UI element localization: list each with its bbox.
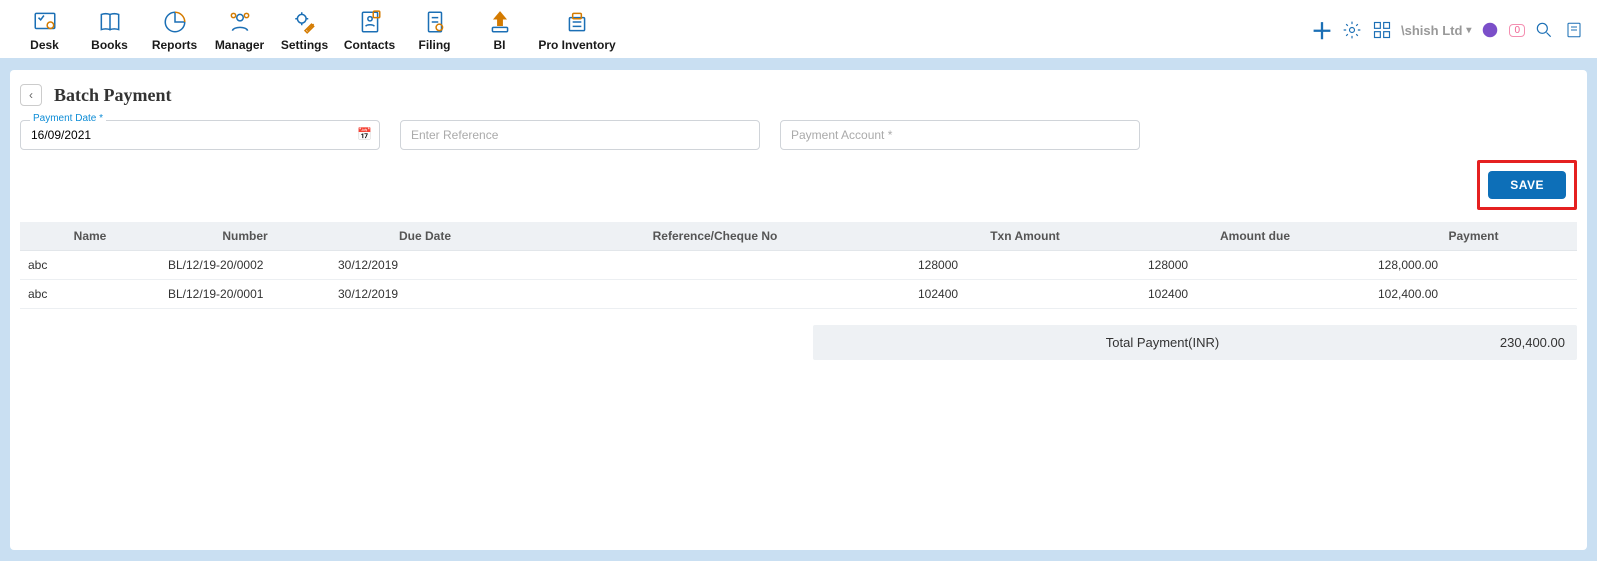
nav-label: Manager xyxy=(215,38,264,52)
nav-label: Desk xyxy=(30,38,59,52)
col-ref: Reference/Cheque No xyxy=(520,222,910,251)
nav-books[interactable]: Books xyxy=(77,8,142,52)
nav-label: Reports xyxy=(152,38,197,52)
payment-account-input[interactable] xyxy=(780,120,1140,150)
nav-label: Settings xyxy=(281,38,328,52)
search-icon[interactable] xyxy=(1533,19,1555,41)
nav-label: Filing xyxy=(419,38,451,52)
books-icon xyxy=(96,8,124,36)
notification-badge[interactable]: 0 xyxy=(1509,24,1525,37)
payment-date-label: Payment Date * xyxy=(30,113,106,124)
col-payment: Payment xyxy=(1370,222,1577,251)
badge-icon[interactable] xyxy=(1479,19,1501,41)
total-row: Total Payment(INR) 230,400.00 xyxy=(20,325,1577,360)
cell-ref xyxy=(520,251,910,280)
cell-payment: 128,000.00 xyxy=(1370,251,1577,280)
reports-icon xyxy=(161,8,189,36)
nav-pro-inventory[interactable]: Pro Inventory xyxy=(532,8,622,52)
col-txn: Txn Amount xyxy=(910,222,1140,251)
bi-icon xyxy=(486,8,514,36)
cell-due-date: 30/12/2019 xyxy=(330,251,520,280)
cell-due: 128000 xyxy=(1140,251,1370,280)
col-number: Number xyxy=(160,222,330,251)
save-highlight-box: SAVE xyxy=(1477,160,1577,210)
payment-date-field-wrap: Payment Date * 📅 xyxy=(20,120,380,150)
col-name: Name xyxy=(20,222,160,251)
form-row: Payment Date * 📅 xyxy=(20,120,1577,150)
table-row[interactable]: abc BL/12/19-20/0001 30/12/2019 102400 1… xyxy=(20,280,1577,309)
cell-txn: 128000 xyxy=(910,251,1140,280)
reference-input[interactable] xyxy=(400,120,760,150)
nav-label: Contacts xyxy=(344,38,395,52)
manager-icon xyxy=(226,8,254,36)
nav-filing[interactable]: Filing xyxy=(402,8,467,52)
cell-number: BL/12/19-20/0002 xyxy=(160,251,330,280)
note-icon[interactable] xyxy=(1563,19,1585,41)
payments-table: Name Number Due Date Reference/Cheque No… xyxy=(20,222,1577,309)
nav-label: Pro Inventory xyxy=(538,38,615,52)
cell-name: abc xyxy=(20,251,160,280)
filing-icon xyxy=(421,8,449,36)
reference-field-wrap xyxy=(400,120,760,150)
nav-label: BI xyxy=(494,38,506,52)
add-icon[interactable]: ＋ xyxy=(1311,19,1333,41)
back-button[interactable]: ‹ xyxy=(20,84,42,106)
total-label: Total Payment(INR) xyxy=(825,335,1500,350)
nav-contacts[interactable]: Contacts xyxy=(337,8,402,52)
cell-payment: 102,400.00 xyxy=(1370,280,1577,309)
card-header: ‹ Batch Payment xyxy=(20,84,1577,106)
nav-manager[interactable]: Manager xyxy=(207,8,272,52)
topbar: Desk Books Reports Manager Settings xyxy=(0,0,1597,58)
total-value: 230,400.00 xyxy=(1500,335,1565,350)
nav-label: Books xyxy=(91,38,128,52)
cell-due: 102400 xyxy=(1140,280,1370,309)
apps-icon[interactable] xyxy=(1371,19,1393,41)
company-selector[interactable]: \shish Ltd ▾ xyxy=(1401,23,1471,38)
topbar-right: ＋ \shish Ltd ▾ 0 xyxy=(1311,19,1585,41)
cell-ref xyxy=(520,280,910,309)
nav-reports[interactable]: Reports xyxy=(142,8,207,52)
cell-txn: 102400 xyxy=(910,280,1140,309)
nav-desk[interactable]: Desk xyxy=(12,8,77,52)
nav-settings[interactable]: Settings xyxy=(272,8,337,52)
cell-due-date: 30/12/2019 xyxy=(330,280,520,309)
table-row[interactable]: abc BL/12/19-20/0002 30/12/2019 128000 1… xyxy=(20,251,1577,280)
col-due-date: Due Date xyxy=(330,222,520,251)
notif-count: 0 xyxy=(1514,25,1520,36)
cell-name: abc xyxy=(20,280,160,309)
chevron-left-icon: ‹ xyxy=(29,88,33,102)
main-card: ‹ Batch Payment Payment Date * 📅 SAVE Na… xyxy=(10,70,1587,550)
chevron-down-icon: ▾ xyxy=(1466,25,1471,36)
gear-icon[interactable] xyxy=(1341,19,1363,41)
save-row: SAVE xyxy=(20,160,1577,210)
page-title: Batch Payment xyxy=(54,85,171,106)
col-due: Amount due xyxy=(1140,222,1370,251)
settings-icon xyxy=(291,8,319,36)
table-header-row: Name Number Due Date Reference/Cheque No… xyxy=(20,222,1577,251)
save-button[interactable]: SAVE xyxy=(1488,171,1566,199)
inventory-icon xyxy=(563,8,591,36)
company-name: \shish Ltd xyxy=(1401,23,1462,38)
payment-date-input[interactable] xyxy=(20,120,380,150)
payment-account-field-wrap xyxy=(780,120,1140,150)
contacts-icon xyxy=(356,8,384,36)
cell-number: BL/12/19-20/0001 xyxy=(160,280,330,309)
total-bar: Total Payment(INR) 230,400.00 xyxy=(813,325,1577,360)
nav-bi[interactable]: BI xyxy=(467,8,532,52)
desk-icon xyxy=(31,8,59,36)
main-nav: Desk Books Reports Manager Settings xyxy=(12,8,622,52)
